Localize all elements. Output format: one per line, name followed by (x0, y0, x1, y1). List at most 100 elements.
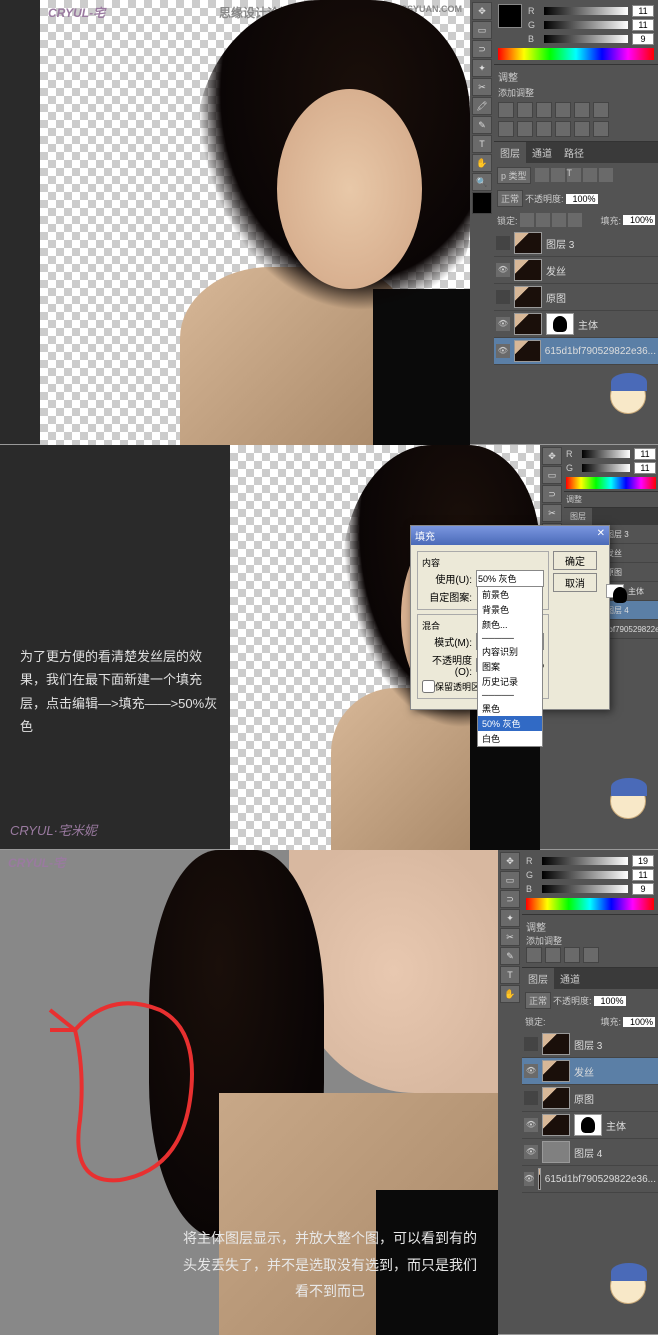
visibility-toggle[interactable] (524, 1037, 538, 1051)
layer-row[interactable]: 👁发丝 (494, 257, 658, 284)
filter-smart-icon[interactable] (599, 168, 613, 182)
layer-row[interactable]: 👁主体 (494, 311, 658, 338)
visibility-toggle[interactable] (524, 1091, 538, 1105)
canvas-area[interactable]: CRYUL-宅 思缘设计论坛 WWW.MISSYUAN.COM (40, 0, 470, 445)
fill-option[interactable]: 白色 (478, 731, 542, 746)
preserve-checkbox[interactable] (422, 680, 435, 693)
fill-option[interactable]: 图案 (478, 659, 542, 674)
layer-thumbnail[interactable] (514, 340, 541, 362)
lock-all-icon[interactable] (568, 213, 582, 227)
layer-mask-thumbnail[interactable] (574, 1114, 602, 1136)
layer-row[interactable]: 👁发丝 (522, 1058, 658, 1085)
move-tool[interactable]: ✥ (542, 447, 562, 465)
fill-option[interactable]: 颜色... (478, 617, 542, 632)
tab-channels[interactable]: 通道 (526, 142, 558, 163)
visibility-toggle[interactable] (496, 236, 510, 250)
g-val[interactable]: 11 (634, 462, 656, 474)
tab-layers-2[interactable]: 图层 (564, 508, 592, 525)
layer-thumbnail[interactable] (542, 1141, 570, 1163)
visibility-toggle[interactable]: 👁 (524, 1118, 538, 1132)
adj-ic[interactable] (526, 947, 542, 963)
adj-ic[interactable] (545, 947, 561, 963)
marquee-tool[interactable]: ▭ (542, 466, 562, 484)
b-slider[interactable] (544, 35, 628, 43)
filter-img-icon[interactable] (535, 168, 549, 182)
r-val-3[interactable]: 19 (632, 855, 654, 867)
layer-row[interactable]: 图层 3 (494, 230, 658, 257)
move-tool[interactable]: ✥ (472, 2, 492, 20)
brush-tool[interactable]: ✎ (500, 947, 520, 965)
visibility-toggle[interactable]: 👁 (524, 1172, 534, 1186)
foreground-swatch[interactable] (498, 4, 522, 28)
cancel-button[interactable]: 取消 (553, 573, 597, 592)
tab-paths[interactable]: 路径 (558, 142, 590, 163)
move-tool[interactable]: ✥ (500, 852, 520, 870)
type-tool[interactable]: T (472, 135, 492, 153)
layer-thumbnail[interactable] (514, 232, 542, 254)
fill-option[interactable]: 历史记录 (478, 674, 542, 689)
use-dropdown[interactable]: 50% 灰色 前景色背景色颜色...─────内容识别图案历史记录─────黑色… (476, 570, 544, 587)
adj-brightness[interactable] (498, 102, 514, 118)
dialog-titlebar[interactable]: 填充✕ (411, 526, 609, 545)
fill-option[interactable]: 50% 灰色 (478, 716, 542, 731)
blend-3[interactable]: 正常 (525, 992, 551, 1009)
g-value[interactable]: 11 (632, 19, 654, 31)
layer-row[interactable]: 👁主体 (522, 1112, 658, 1139)
adj-levels[interactable] (517, 102, 533, 118)
visibility-toggle[interactable] (496, 290, 510, 304)
lasso-tool[interactable]: ⊃ (500, 890, 520, 908)
visibility-toggle[interactable]: 👁 (524, 1145, 538, 1159)
r-slider[interactable] (544, 7, 628, 15)
lock-transparency-icon[interactable] (520, 213, 534, 227)
fill-option[interactable]: 内容识别 (478, 644, 542, 659)
adj-poster[interactable] (593, 121, 609, 137)
layer-thumbnail[interactable] (542, 1087, 570, 1109)
adj-exposure[interactable] (555, 102, 571, 118)
eyedropper-tool[interactable]: 🖍 (472, 97, 492, 115)
layer-row[interactable]: 图层 3 (522, 1031, 658, 1058)
visibility-toggle[interactable]: 👁 (496, 263, 510, 277)
adj-ic[interactable] (564, 947, 580, 963)
tab-layers-3[interactable]: 图层 (522, 968, 554, 989)
adj-mixer[interactable] (536, 121, 552, 137)
zoom-tool[interactable]: 🔍 (472, 173, 492, 191)
r-value[interactable]: 11 (632, 5, 654, 17)
close-icon[interactable]: ✕ (597, 528, 605, 543)
visibility-toggle[interactable]: 👁 (496, 317, 510, 331)
marquee-tool[interactable]: ▭ (472, 21, 492, 39)
layer-row[interactable]: 👁615d1bf790529822e36... (522, 1166, 658, 1193)
wand-tool[interactable]: ✦ (472, 59, 492, 77)
visibility-toggle[interactable]: 👁 (524, 1064, 538, 1078)
blend-mode[interactable]: 正常 (497, 190, 523, 207)
layer-row[interactable]: 原图 (494, 284, 658, 311)
filter-type-icon[interactable]: T (567, 168, 581, 182)
crop-tool[interactable]: ✂ (542, 504, 562, 522)
lock-pixels-icon[interactable] (536, 213, 550, 227)
adj-curves[interactable] (536, 102, 552, 118)
layer-mask-thumbnail[interactable] (606, 584, 624, 598)
layer-thumbnail[interactable] (542, 1033, 570, 1055)
brush-tool[interactable]: ✎ (472, 116, 492, 134)
hand-tool[interactable]: ✋ (472, 154, 492, 172)
r-val[interactable]: 11 (634, 448, 656, 460)
fill-option[interactable]: ───── (478, 689, 542, 701)
adj-ic[interactable] (583, 947, 599, 963)
lasso-tool[interactable]: ⊃ (472, 40, 492, 58)
adj-lookup[interactable] (555, 121, 571, 137)
hand-tool[interactable]: ✋ (500, 985, 520, 1003)
layer-thumbnail[interactable] (542, 1060, 570, 1082)
foreground-color[interactable] (472, 192, 492, 214)
marquee-tool[interactable]: ▭ (500, 871, 520, 889)
fill-option[interactable]: 黑色 (478, 701, 542, 716)
canvas-area-3[interactable]: CRYUL-宅 将主体图层显示，并放大整个图，可以看到有的头发丢失了，并不是选取… (0, 850, 498, 1335)
lock-position-icon[interactable] (552, 213, 566, 227)
layer-mask-thumbnail[interactable] (546, 313, 574, 335)
crop-tool[interactable]: ✂ (472, 78, 492, 96)
tab-layers[interactable]: 图层 (494, 142, 526, 163)
fill-option[interactable]: 前景色 (478, 587, 542, 602)
layer-thumbnail[interactable] (514, 313, 542, 335)
color-spectrum[interactable] (498, 48, 654, 60)
layer-row[interactable]: 👁615d1bf790529822e36... (494, 338, 658, 365)
layer-filter[interactable]: p 类型 (497, 167, 531, 184)
layer-thumbnail[interactable] (542, 1114, 570, 1136)
